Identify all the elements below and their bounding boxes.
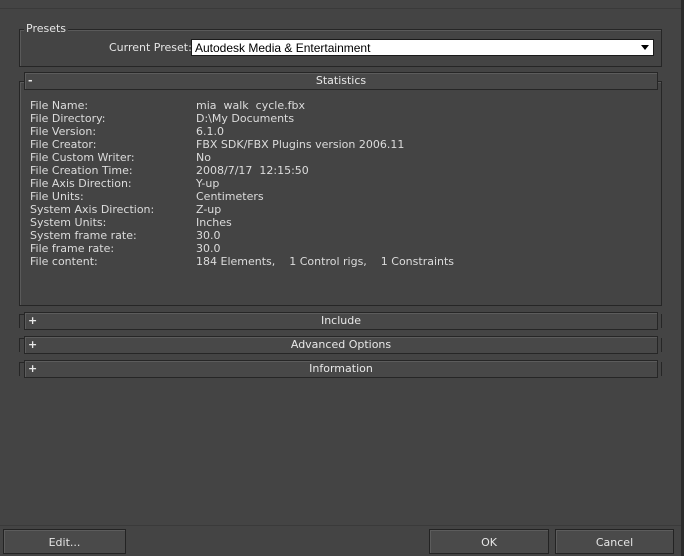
stat-value: Z-up	[196, 203, 222, 216]
stat-row: File Creation Time: 2008/7/17 12:15:50	[30, 164, 630, 177]
stat-row: File Version: 6.1.0	[30, 125, 630, 138]
stat-key: System Axis Direction:	[30, 203, 155, 216]
stat-value: 184 Elements, 1 Control rigs, 1 Constrai…	[196, 255, 455, 268]
bottom-separator	[0, 525, 681, 526]
stat-key: File content:	[30, 255, 98, 268]
stat-row: File Creator: FBX SDK/FBX Plugins version…	[30, 138, 630, 151]
rollout-advanced-label: Advanced Options	[290, 338, 392, 351]
stat-value: 2008/7/17 12:15:50	[196, 164, 309, 177]
stat-key: File frame rate:	[30, 242, 115, 255]
chevron-down-icon[interactable]	[638, 41, 651, 54]
stat-row: File content: 184 Elements, 1 Control rig…	[30, 255, 630, 268]
rollout-advanced-options[interactable]: + Advanced Options	[24, 336, 658, 354]
stat-key: File Directory:	[30, 112, 106, 125]
presets-legend: Presets	[24, 22, 69, 35]
stat-value: 6.1.0	[196, 125, 224, 138]
stat-key: System frame rate:	[30, 229, 137, 242]
stat-value: Centimeters	[196, 190, 264, 203]
expand-icon: +	[28, 362, 38, 375]
rollout-include-label: Include	[320, 314, 362, 327]
stat-key: File Units:	[30, 190, 84, 203]
rollout-statistics-label: Statistics	[315, 74, 367, 87]
stat-key: File Name:	[30, 99, 89, 112]
collapse-icon: -	[28, 74, 33, 87]
stat-row: File Units: Centimeters	[30, 190, 630, 203]
current-preset-label: Current Preset:	[109, 41, 192, 54]
expand-icon: +	[28, 314, 38, 327]
stat-value: 30.0	[196, 229, 221, 242]
stat-key: System Units:	[30, 216, 107, 229]
stat-row: File Name: mia walk cycle.fbx	[30, 99, 630, 112]
stat-row: System Axis Direction: Z-up	[30, 203, 630, 216]
current-preset-value: Autodesk Media & Entertainment	[195, 41, 371, 55]
stat-key: File Creation Time:	[30, 164, 133, 177]
stat-value: Inches	[196, 216, 232, 229]
stat-key: File Creator:	[30, 138, 97, 151]
stat-row: System Units: Inches	[30, 216, 630, 229]
rollout-include[interactable]: + Include	[24, 312, 658, 330]
stat-key: File Axis Direction:	[30, 177, 132, 190]
rollout-information-label: Information	[309, 362, 373, 375]
stat-row: File frame rate: 30.0	[30, 242, 630, 255]
stat-row: File Axis Direction: Y-up	[30, 177, 630, 190]
fbx-import-dialog: Presets Current Preset: Autodesk Media &…	[0, 0, 684, 556]
stat-row: System frame rate: 30.0	[30, 229, 630, 242]
statistics-list: File Name: mia walk cycle.fbx File Directo…	[30, 99, 630, 268]
rollout-information[interactable]: + Information	[24, 360, 658, 378]
title-strip	[0, 0, 681, 9]
stat-value: FBX SDK/FBX Plugins version 2006.11	[196, 138, 405, 151]
stat-row: File Directory: D:\My Documents	[30, 112, 630, 125]
stat-value: Y-up	[196, 177, 220, 190]
stat-value: No	[196, 151, 211, 164]
ok-button[interactable]: OK	[429, 529, 549, 554]
stat-value: D:\My Documents	[196, 112, 295, 125]
stat-key: File Custom Writer:	[30, 151, 135, 164]
stat-value: 30.0	[196, 242, 221, 255]
rollout-statistics[interactable]: - Statistics	[24, 72, 658, 90]
stat-row: File Custom Writer: No	[30, 151, 630, 164]
edit-button[interactable]: Edit...	[3, 529, 126, 554]
stat-key: File Version:	[30, 125, 97, 138]
expand-icon: +	[28, 338, 38, 351]
stat-value: mia walk cycle.fbx	[196, 99, 305, 112]
current-preset-select[interactable]: Autodesk Media & Entertainment	[191, 39, 654, 56]
cancel-button[interactable]: Cancel	[555, 529, 674, 554]
